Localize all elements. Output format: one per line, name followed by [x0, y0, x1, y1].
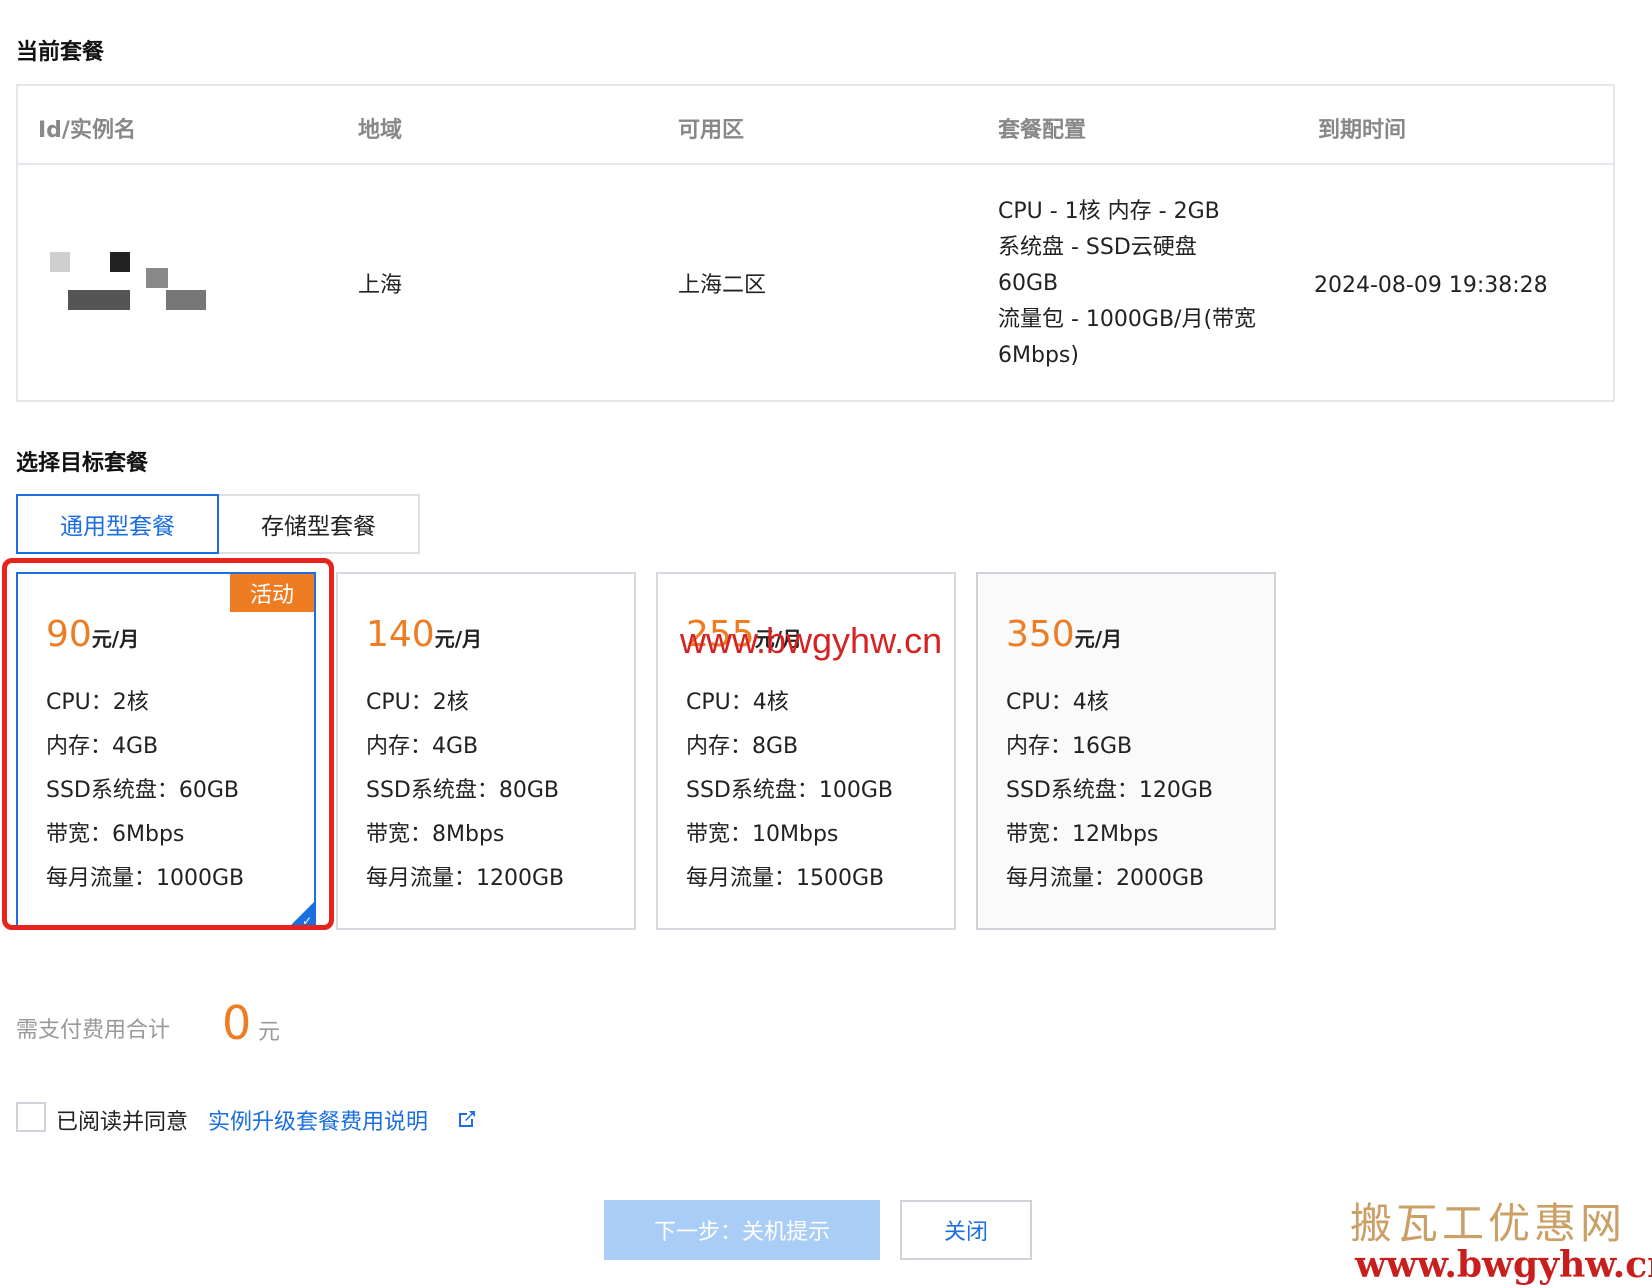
header-zone: 可用区 [678, 118, 745, 143]
masked-instance-id [32, 246, 212, 316]
spec-memory: 内存：16GB [1006, 734, 1133, 759]
zone-cell: 上海二区 [678, 273, 767, 298]
plan-card-140[interactable]: 140元/月 CPU：2核 内存：4GB SSD系统盘：80GB 带宽：8Mbp… [336, 572, 636, 930]
agree-checkbox[interactable] [16, 1102, 46, 1132]
spec-traffic: 每月流量：2000GB [1006, 866, 1205, 891]
watermark-url: www.bwgyhw.cn [680, 620, 943, 661]
config-line: 60GB [998, 271, 1059, 296]
plan-price: 140元/月 [366, 614, 482, 655]
config-line: 系统盘 - SSD云硬盘 [998, 235, 1197, 260]
total-unit: 元 [258, 1020, 281, 1045]
price-number: 140 [366, 614, 435, 655]
table-header: Id/实例名 地域 可用区 套餐配置 到期时间 [18, 86, 1613, 165]
watermark-title: 搬瓦工优惠网 [1350, 1199, 1627, 1248]
spec-disk: SSD系统盘：80GB [366, 778, 560, 803]
expire-cell: 2024-08-09 19:38:28 [1314, 273, 1548, 298]
current-plan-table: Id/实例名 地域 可用区 套餐配置 到期时间 上海 上海二区 CPU - 1核… [16, 84, 1615, 402]
header-expire: 到期时间 [1318, 118, 1407, 143]
spec-disk: SSD系统盘：120GB [1006, 778, 1214, 803]
red-highlight-annotation [2, 558, 334, 930]
spec-memory: 内存：8GB [686, 734, 799, 759]
tab-general-plan[interactable]: 通用型套餐 [16, 494, 219, 554]
spec-bandwidth: 带宽：12Mbps [1006, 822, 1159, 847]
config-line: CPU - 1核 内存 - 2GB [998, 199, 1220, 224]
spec-bandwidth: 带宽：8Mbps [366, 822, 505, 847]
current-plan-title: 当前套餐 [16, 40, 105, 65]
tab-storage-plan[interactable]: 存储型套餐 [219, 494, 420, 554]
config-cell: CPU - 1核 内存 - 2GB 系统盘 - SSD云硬盘 60GB 流量包 … [998, 194, 1256, 374]
fee-description-link[interactable]: 实例升级套餐费用说明 [208, 1104, 428, 1136]
spec-cpu: CPU：2核 [366, 690, 469, 715]
agree-text: 已阅读并同意 [56, 1110, 189, 1135]
header-region: 地域 [358, 118, 403, 143]
target-plan-title: 选择目标套餐 [16, 451, 149, 476]
plan-card-350[interactable]: 350元/月 CPU：4核 内存：16GB SSD系统盘：120GB 带宽：12… [976, 572, 1276, 930]
spec-traffic: 每月流量：1200GB [366, 866, 565, 891]
next-step-button[interactable]: 下一步：关机提示 [604, 1200, 880, 1260]
region-cell: 上海 [358, 273, 403, 298]
spec-bandwidth: 带宽：10Mbps [686, 822, 839, 847]
close-button[interactable]: 关闭 [900, 1200, 1032, 1260]
external-link-icon[interactable] [455, 1107, 479, 1131]
plan-price: 350元/月 [1006, 614, 1122, 655]
spec-traffic: 每月流量：1500GB [686, 866, 885, 891]
spec-cpu: CPU：4核 [1006, 690, 1109, 715]
spec-cpu: CPU：4核 [686, 690, 789, 715]
price-unit: 元/月 [1074, 627, 1123, 651]
total-amount: 0 [222, 996, 252, 1050]
config-line: 6Mbps) [998, 343, 1079, 368]
total-label: 需支付费用合计 [16, 1018, 171, 1043]
header-id: Id/实例名 [38, 118, 136, 143]
spec-memory: 内存：4GB [366, 734, 479, 759]
watermark-url-bottom: www.bwgyhw.cn [1355, 1244, 1652, 1286]
header-config: 套餐配置 [998, 118, 1087, 143]
price-number: 350 [1006, 614, 1075, 655]
config-line: 流量包 - 1000GB/月(带宽 [998, 307, 1257, 332]
spec-disk: SSD系统盘：100GB [686, 778, 894, 803]
price-unit: 元/月 [434, 627, 483, 651]
